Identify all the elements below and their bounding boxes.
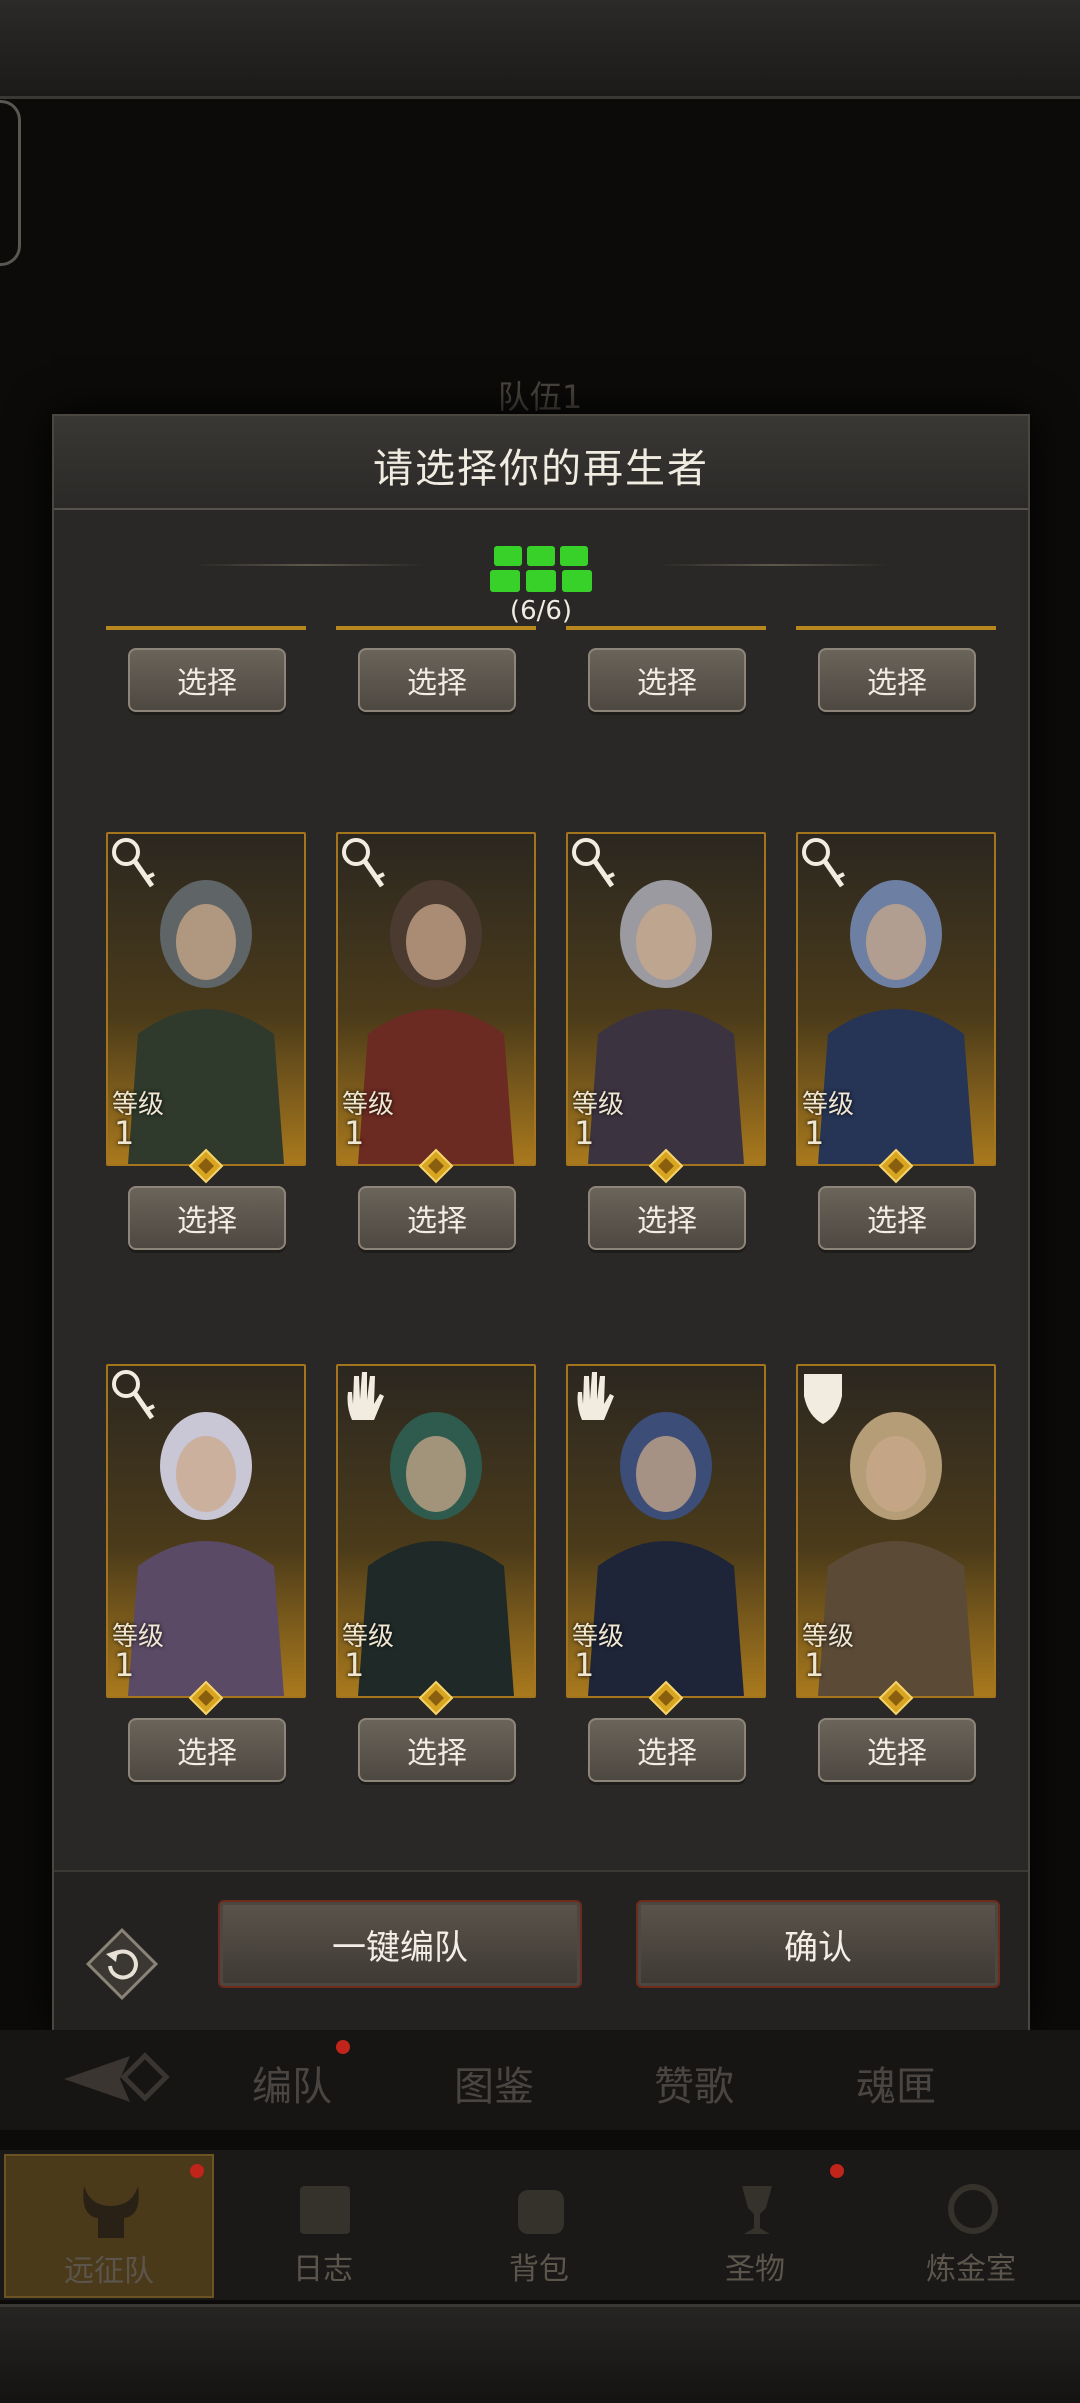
notification-dot <box>190 2164 204 2178</box>
gem-icon <box>648 1680 684 1716</box>
hero-grid: 选择 选择 选择 选择 等级 1 选择 等级 1 选择 等级 1 选择 等级 1 选择 等级 1 选择 等级 1… <box>64 626 1014 1816</box>
select-button[interactable]: 选择 <box>818 1186 976 1250</box>
hero-card[interactable]: 等级 1 <box>106 1364 306 1716</box>
card-edge <box>796 626 996 630</box>
hero-portrait: 等级 1 <box>106 1364 306 1698</box>
hero-portrait: 等级 1 <box>796 1364 996 1698</box>
select-button[interactable]: 选择 <box>588 1186 746 1250</box>
backpack-icon <box>518 2190 564 2234</box>
hero-card[interactable]: 等级 1 <box>796 1364 996 1716</box>
hand-icon <box>577 1372 614 1420</box>
back-arrow-icon[interactable] <box>60 2044 180 2114</box>
level-value: 1 <box>804 1646 825 1684</box>
main-nav-bar: 远征队 日志 背包 圣物 炼金室 <box>0 2150 1080 2300</box>
team-title: 队伍1 <box>497 378 583 416</box>
key-icon <box>112 838 155 888</box>
hero-portrait: 等级 1 <box>106 832 306 1166</box>
hero-portrait: 等级 1 <box>566 832 766 1166</box>
hero-card[interactable]: 等级 1 <box>106 832 306 1184</box>
card-edge <box>106 626 306 630</box>
level-value: 1 <box>344 1114 365 1152</box>
gem-icon <box>648 1148 684 1184</box>
gem-icon <box>418 1148 454 1184</box>
team-count: (6/6) <box>509 596 573 626</box>
hero-card[interactable]: 等级 1 <box>336 832 536 1184</box>
gem-icon <box>188 1148 224 1184</box>
header-divider-left <box>194 564 424 566</box>
hero-portrait: 等级 1 <box>336 1364 536 1698</box>
hero-portrait: 等级 1 <box>796 832 996 1166</box>
gem-icon <box>188 1680 224 1716</box>
shield-icon <box>804 1374 842 1424</box>
tab-codex[interactable]: 图鉴 <box>454 2054 534 2112</box>
select-button[interactable]: 选择 <box>358 1186 516 1250</box>
level-value: 1 <box>114 1114 135 1152</box>
hero-portrait: 等级 1 <box>566 1364 766 1698</box>
gem-icon <box>878 1680 914 1716</box>
nav-label: 圣物 <box>725 2252 785 2287</box>
nav-journal[interactable]: 日志 <box>220 2154 426 2294</box>
select-button[interactable]: 选择 <box>358 648 516 712</box>
dialog-header: 请选择你的再生者 <box>54 416 1028 510</box>
bottom-decor-bar <box>0 2304 1080 2403</box>
dialog-footer: 一键编队 确认 <box>54 1870 1028 2030</box>
horned-helmet-icon <box>83 2186 139 2238</box>
level-value: 1 <box>114 1646 135 1684</box>
hand-icon <box>347 1372 384 1420</box>
alchemy-icon <box>948 2184 998 2234</box>
level-value: 1 <box>574 1646 595 1684</box>
nav-label: 日志 <box>293 2252 353 2287</box>
header-divider-right <box>658 564 888 566</box>
hero-card[interactable]: 等级 1 <box>566 1364 766 1716</box>
hero-portrait: 等级 1 <box>336 832 536 1166</box>
nav-relic[interactable]: 圣物 <box>652 2154 858 2294</box>
gem-icon <box>418 1680 454 1716</box>
background-frame <box>0 100 21 266</box>
sub-tab-bar: 编队 图鉴 赞歌 魂匣 <box>0 2030 1080 2130</box>
nav-alchemy[interactable]: 炼金室 <box>868 2154 1074 2294</box>
chalice-icon <box>742 2186 772 2234</box>
level-value: 1 <box>804 1114 825 1152</box>
select-button[interactable]: 选择 <box>588 1718 746 1782</box>
card-edge <box>336 626 536 630</box>
nav-label: 背包 <box>509 2252 569 2287</box>
hero-card[interactable]: 等级 1 <box>566 832 766 1184</box>
nav-expedition[interactable]: 远征队 <box>4 2154 214 2298</box>
nav-label: 炼金室 <box>926 2252 1016 2287</box>
card-edge <box>566 626 766 630</box>
level-value: 1 <box>344 1646 365 1684</box>
select-button[interactable]: 选择 <box>128 1186 286 1250</box>
top-decor-bar <box>0 0 1080 99</box>
level-value: 1 <box>574 1114 595 1152</box>
select-button[interactable]: 选择 <box>128 1718 286 1782</box>
tab-formation[interactable]: 编队 <box>252 2054 332 2112</box>
key-icon <box>802 838 845 888</box>
key-icon <box>112 1370 155 1420</box>
hero-card[interactable]: 等级 1 <box>796 832 996 1184</box>
confirm-button[interactable]: 确认 <box>636 1900 1000 1988</box>
hero-select-dialog: 请选择你的再生者 (6/6) 选择 选择 选择 选择 等级 1 选择 等级 1 选择 等级 1… <box>52 414 1030 2030</box>
dialog-title: 请选择你的再生者 <box>373 446 709 492</box>
select-button[interactable]: 选择 <box>818 648 976 712</box>
nav-backpack[interactable]: 背包 <box>436 2154 642 2294</box>
reset-button[interactable] <box>84 1926 160 2002</box>
tab-hymn[interactable]: 赞歌 <box>654 2054 734 2112</box>
nav-label: 远征队 <box>64 2254 154 2289</box>
select-button[interactable]: 选择 <box>588 648 746 712</box>
team-slots-icon <box>490 546 592 592</box>
hero-card[interactable]: 等级 1 <box>336 1364 536 1716</box>
select-button[interactable]: 选择 <box>358 1718 516 1782</box>
tab-soul-box[interactable]: 魂匣 <box>856 2054 936 2112</box>
gem-icon <box>878 1148 914 1184</box>
key-icon <box>342 838 385 888</box>
auto-team-button[interactable]: 一键编队 <box>218 1900 582 1988</box>
select-button[interactable]: 选择 <box>818 1718 976 1782</box>
scroll-icon <box>300 2186 350 2234</box>
notification-dot <box>336 2040 350 2054</box>
select-button[interactable]: 选择 <box>128 648 286 712</box>
key-icon <box>572 838 615 888</box>
